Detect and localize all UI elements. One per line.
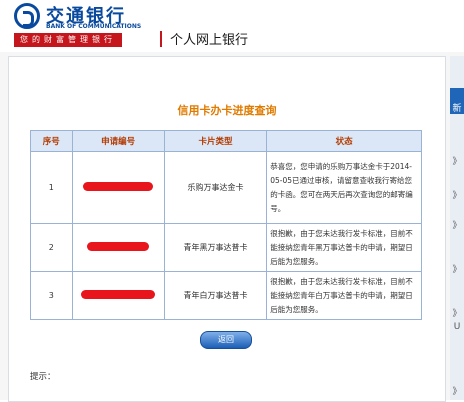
card-type: 青年黑万事达普卡 bbox=[163, 223, 268, 272]
col-header-status: 状态 bbox=[266, 130, 422, 152]
col-header-application-number: 申请编号 bbox=[71, 130, 165, 152]
page-title: 信用卡办卡进度查询 bbox=[177, 104, 277, 117]
side-nav-arrow-icon[interactable]: 》 bbox=[451, 188, 463, 201]
side-nav-arrow-icon[interactable]: 》 bbox=[451, 384, 463, 397]
bank-slogan: 您的财富管理银行 bbox=[14, 33, 122, 47]
side-nav-arrow-icon[interactable]: 》 bbox=[451, 306, 463, 319]
table-row: 2 青年黑万事达普卡 很抱歉，由于您未达我行发卡标准，目前不能接纳您青年黑万事达… bbox=[30, 223, 422, 272]
card-type: 乐购万事达金卡 bbox=[163, 151, 268, 224]
card-type: 青年白万事达普卡 bbox=[163, 271, 268, 320]
application-number-redacted bbox=[71, 223, 165, 272]
application-progress-table: 序号 申请编号 卡片类型 状态 1 乐购万事达金卡 恭喜您，您申请的乐购万事达金… bbox=[30, 130, 422, 320]
row-index: 2 bbox=[30, 223, 73, 272]
status-text: 很抱歉，由于您未达我行发卡标准，目前不能接纳您青年白万事达普卡的申请，期望日后能… bbox=[266, 271, 422, 320]
application-number-redacted bbox=[71, 271, 165, 320]
side-nav-arrow-icon[interactable]: 》 bbox=[451, 218, 463, 231]
redaction-mark bbox=[87, 242, 150, 251]
row-index: 1 bbox=[30, 151, 73, 224]
table-row: 1 乐购万事达金卡 恭喜您，您申请的乐购万事达金卡于2014-05-05已通过审… bbox=[30, 151, 422, 224]
status-text: 恭喜您，您申请的乐购万事达金卡于2014-05-05已通过审核，请留意查收我行寄… bbox=[266, 151, 422, 224]
side-nav-label: 新 bbox=[452, 104, 462, 114]
redaction-mark bbox=[83, 182, 154, 191]
redaction-mark bbox=[81, 290, 156, 299]
application-number-redacted bbox=[71, 151, 165, 224]
bank-logo-icon bbox=[14, 3, 40, 29]
bank-name-en: BANK OF COMMUNICATIONS bbox=[46, 23, 142, 30]
side-nav-letter: U bbox=[453, 322, 461, 332]
back-button[interactable]: 返回 bbox=[200, 331, 252, 349]
col-header-card-type: 卡片类型 bbox=[163, 130, 268, 152]
table-row: 3 青年白万事达普卡 很抱歉，由于您未达我行发卡标准，目前不能接纳您青年白万事达… bbox=[30, 271, 422, 320]
portal-title: 个人网上银行 bbox=[170, 33, 249, 48]
table-header-row: 序号 申请编号 卡片类型 状态 bbox=[30, 130, 422, 152]
status-text: 很抱歉，由于您未达我行发卡标准，目前不能接纳您青年黑万事达普卡的申请，期望日后能… bbox=[266, 223, 422, 272]
col-header-index: 序号 bbox=[30, 130, 73, 152]
side-nav-arrow-icon[interactable]: 》 bbox=[451, 262, 463, 275]
site-header: 交通银行 BANK OF COMMUNICATIONS 您的财富管理银行 个人网… bbox=[0, 0, 464, 52]
header-divider bbox=[160, 31, 162, 47]
tip-label: 提示： bbox=[30, 372, 56, 382]
side-nav-arrow-icon[interactable]: 》 bbox=[451, 154, 463, 167]
row-index: 3 bbox=[30, 271, 73, 320]
